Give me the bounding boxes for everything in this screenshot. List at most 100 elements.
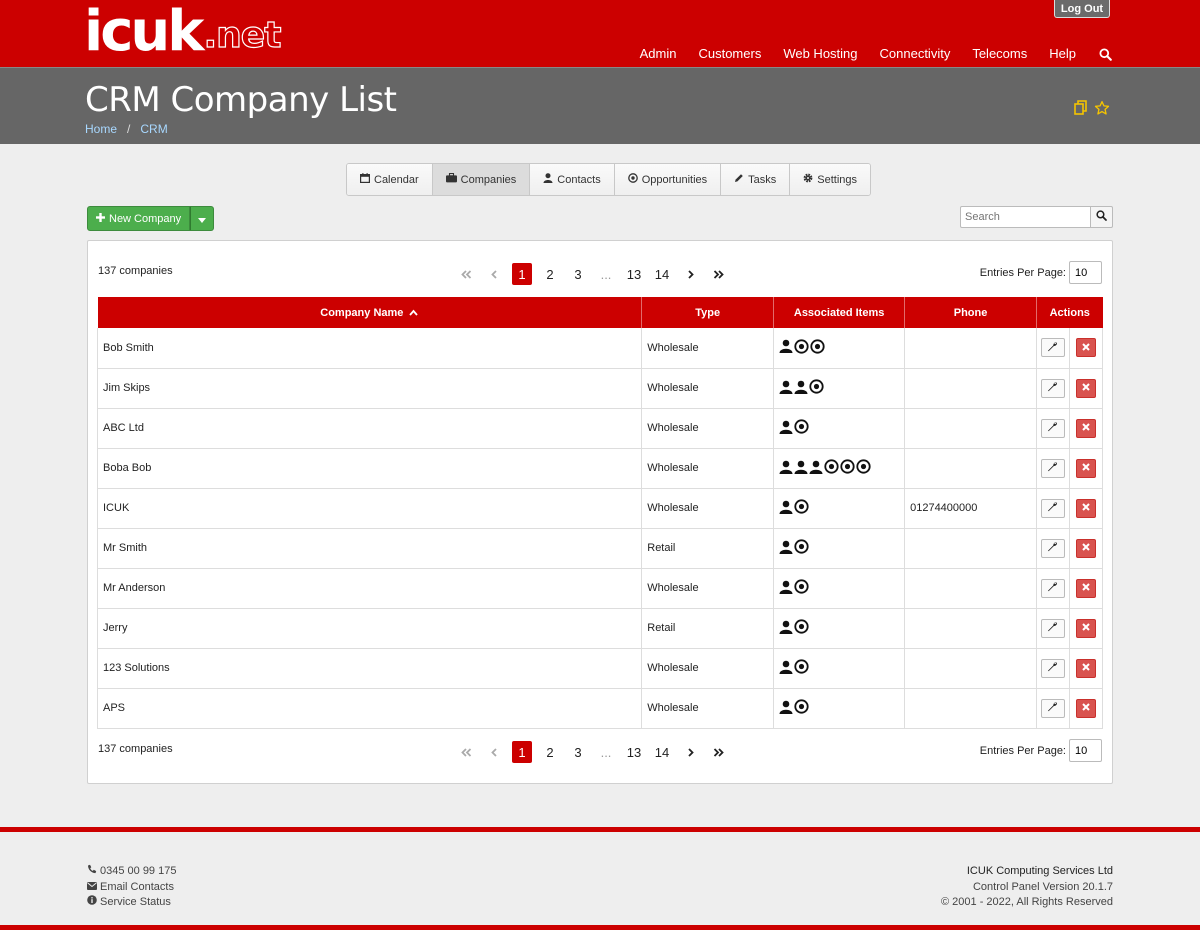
delete-button[interactable] <box>1075 418 1096 438</box>
page-2[interactable]: 2 <box>540 741 560 763</box>
edit-button[interactable] <box>1040 338 1065 358</box>
prev-page-button[interactable] <box>484 741 504 763</box>
edit-button[interactable] <box>1040 538 1065 558</box>
page-3[interactable]: 3 <box>568 263 588 285</box>
opportunity-icon[interactable] <box>794 619 809 637</box>
company-name-link[interactable]: Mr Anderson <box>103 582 165 594</box>
entries-per-page-input[interactable] <box>1069 261 1102 284</box>
edit-button[interactable] <box>1040 698 1065 718</box>
opportunity-icon[interactable] <box>794 499 809 517</box>
delete-button[interactable] <box>1075 338 1096 358</box>
last-page-button[interactable] <box>708 741 728 763</box>
page-3[interactable]: 3 <box>568 741 588 763</box>
edit-button[interactable] <box>1040 578 1065 598</box>
company-name-link[interactable]: 123 Solutions <box>103 662 170 674</box>
opportunity-icon[interactable] <box>794 659 809 677</box>
nav-customers[interactable]: Customers <box>687 44 772 64</box>
opportunity-icon[interactable] <box>794 699 809 717</box>
edit-button[interactable] <box>1040 458 1065 478</box>
copy-icon[interactable] <box>1074 100 1088 119</box>
tab-tasks[interactable]: Tasks <box>721 164 791 195</box>
page-1[interactable]: 1 <box>512 741 532 763</box>
contact-icon[interactable] <box>779 500 793 517</box>
contact-icon[interactable] <box>779 620 793 637</box>
next-page-button[interactable] <box>680 741 700 763</box>
col-phone[interactable]: Phone <box>904 297 1037 328</box>
footer-status[interactable]: Service Status <box>87 895 176 911</box>
star-icon[interactable] <box>1094 100 1110 119</box>
edit-button[interactable] <box>1040 378 1065 398</box>
contact-icon[interactable] <box>779 420 793 437</box>
contact-icon[interactable] <box>779 660 793 677</box>
col-type[interactable]: Type <box>641 297 775 328</box>
opportunity-icon[interactable] <box>794 419 809 437</box>
contact-icon[interactable] <box>779 580 793 597</box>
logo[interactable]: icuk .net <box>84 4 282 60</box>
company-name-link[interactable]: ICUK <box>103 502 129 514</box>
company-name-link[interactable]: Jim Skips <box>103 382 150 394</box>
last-page-button[interactable] <box>708 263 728 285</box>
delete-button[interactable] <box>1075 618 1096 638</box>
delete-button[interactable] <box>1075 658 1096 678</box>
contact-icon[interactable] <box>779 380 793 397</box>
company-name-link[interactable]: ABC Ltd <box>103 422 144 434</box>
nav-telecoms[interactable]: Telecoms <box>961 44 1038 64</box>
opportunity-icon[interactable] <box>794 579 809 597</box>
tab-settings[interactable]: Settings <box>790 164 871 195</box>
tab-companies[interactable]: Companies <box>432 164 531 195</box>
company-name-link[interactable]: Bob Smith <box>103 342 154 354</box>
new-company-button[interactable]: New Company <box>87 206 191 231</box>
nav-admin[interactable]: Admin <box>629 44 688 64</box>
delete-button[interactable] <box>1075 378 1096 398</box>
page-13[interactable]: 13 <box>624 263 644 285</box>
tab-opportunities[interactable]: Opportunities <box>614 164 722 195</box>
breadcrumb-home[interactable]: Home <box>85 122 117 136</box>
first-page-button[interactable] <box>456 263 476 285</box>
opportunity-icon[interactable] <box>794 539 809 557</box>
edit-button[interactable] <box>1040 498 1065 518</box>
contact-icon[interactable] <box>794 380 808 397</box>
search-icon[interactable] <box>1087 44 1112 64</box>
edit-button[interactable] <box>1040 418 1065 438</box>
delete-button[interactable] <box>1075 698 1096 718</box>
company-name-link[interactable]: Mr Smith <box>103 542 147 554</box>
delete-button[interactable] <box>1075 458 1096 478</box>
contact-icon[interactable] <box>779 460 793 477</box>
nav-web-hosting[interactable]: Web Hosting <box>772 44 868 64</box>
contact-icon[interactable] <box>779 700 793 717</box>
page-14[interactable]: 14 <box>652 741 672 763</box>
contact-icon[interactable] <box>779 540 793 557</box>
contact-icon[interactable] <box>794 460 808 477</box>
tab-contacts[interactable]: Contacts <box>530 164 615 195</box>
first-page-button[interactable] <box>456 741 476 763</box>
page-14[interactable]: 14 <box>652 263 672 285</box>
search-input[interactable] <box>960 206 1091 228</box>
breadcrumb-crm[interactable]: CRM <box>140 122 167 136</box>
logout-button[interactable]: Log Out <box>1054 0 1110 18</box>
company-name-link[interactable]: Jerry <box>103 622 127 634</box>
edit-button[interactable] <box>1040 658 1065 678</box>
new-company-dropdown-button[interactable] <box>190 206 215 231</box>
contact-icon[interactable] <box>809 460 823 477</box>
tab-calendar[interactable]: Calendar <box>347 164 433 195</box>
col-company-name[interactable]: Company Name <box>97 297 643 328</box>
opportunity-icon[interactable] <box>794 339 809 357</box>
opportunity-icon[interactable] <box>809 379 824 397</box>
opportunity-icon[interactable] <box>824 459 839 477</box>
nav-connectivity[interactable]: Connectivity <box>869 44 962 64</box>
search-button[interactable] <box>1091 206 1113 228</box>
delete-button[interactable] <box>1075 578 1096 598</box>
nav-help[interactable]: Help <box>1038 44 1087 64</box>
footer-email[interactable]: Email Contacts <box>87 880 176 896</box>
next-page-button[interactable] <box>680 263 700 285</box>
opportunity-icon[interactable] <box>856 459 871 477</box>
edit-button[interactable] <box>1040 618 1065 638</box>
page-2[interactable]: 2 <box>540 263 560 285</box>
company-name-link[interactable]: APS <box>103 702 125 714</box>
contact-icon[interactable] <box>779 339 793 356</box>
opportunity-icon[interactable] <box>840 459 855 477</box>
delete-button[interactable] <box>1075 498 1096 518</box>
page-13[interactable]: 13 <box>624 741 644 763</box>
opportunity-icon[interactable] <box>810 339 825 357</box>
company-name-link[interactable]: Boba Bob <box>103 462 151 474</box>
